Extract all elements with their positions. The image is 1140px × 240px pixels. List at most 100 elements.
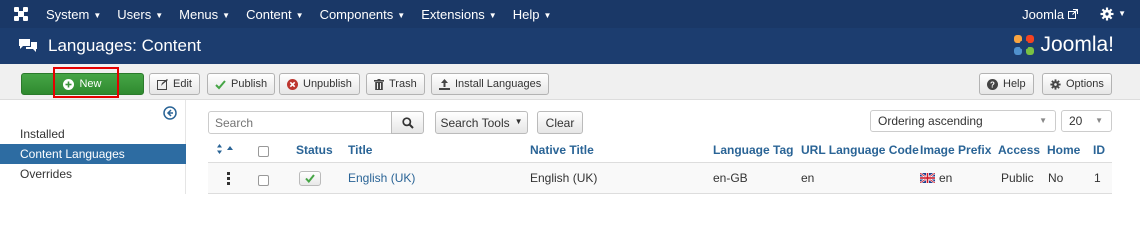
gear-icon <box>1050 78 1061 90</box>
sort-ordering-icon[interactable] <box>217 143 235 157</box>
search-button[interactable] <box>391 111 424 134</box>
select-all-checkbox[interactable] <box>258 146 269 157</box>
limit-value: 20 <box>1069 114 1083 128</box>
menu-label: Content <box>246 6 292 22</box>
row-access: Public <box>1001 171 1034 185</box>
sidebar: Installed Content Languages Overrides <box>0 100 186 194</box>
row-native-title: English (UK) <box>530 171 598 185</box>
uk-flag-icon <box>920 173 935 183</box>
brand-text: Joomla! <box>1040 33 1114 56</box>
options-label: Options <box>1066 78 1104 90</box>
row-id: 1 <box>1094 171 1101 185</box>
caret-down-icon: ▼ <box>1095 116 1103 125</box>
highlight-box <box>53 67 119 98</box>
menu-components[interactable]: Components ▼ <box>320 7 406 22</box>
search-tools-label: Search Tools <box>440 115 510 130</box>
sidebar-item-label: Content Languages <box>20 147 125 161</box>
clear-label: Clear <box>545 115 575 130</box>
external-link-icon <box>1068 9 1079 19</box>
joomla-logo-icon <box>1012 33 1036 57</box>
clear-button[interactable]: Clear <box>537 111 583 134</box>
caret-down-icon: ▼ <box>93 10 102 20</box>
caret-down-icon: ▼ <box>514 117 523 126</box>
joomla-brand: Joomla! <box>1012 33 1114 57</box>
row-url-code: en <box>801 171 815 185</box>
sidebar-item-overrides[interactable]: Overrides <box>0 164 186 184</box>
scrollbar[interactable] <box>1135 194 1140 240</box>
menu-content[interactable]: Content ▼ <box>246 7 303 22</box>
caret-down-icon: ▼ <box>1118 8 1126 18</box>
unpublish-icon <box>287 78 298 90</box>
edit-label: Edit <box>173 78 192 90</box>
site-link[interactable]: Joomla <box>1022 7 1079 22</box>
row-home[interactable]: No <box>1048 171 1063 185</box>
page-title: Languages: Content <box>48 36 202 55</box>
menu-label: Menus <box>179 6 219 22</box>
menu-menus[interactable]: Menus ▼ <box>179 7 230 22</box>
sidebar-item-content-languages[interactable]: Content Languages <box>0 144 186 164</box>
sidebar-toggle-icon[interactable] <box>163 106 177 123</box>
row-image-prefix: en <box>920 171 952 185</box>
col-native-title[interactable]: Native Title <box>530 143 594 157</box>
search-input[interactable] <box>208 111 392 134</box>
trash-button[interactable]: Trash <box>366 73 425 95</box>
image-prefix-value: en <box>939 171 953 185</box>
menu-system[interactable]: System ▼ <box>46 7 101 22</box>
search-tools-button[interactable]: Search Tools ▼ <box>435 111 528 134</box>
main-menu: System ▼ Users ▼ Menus ▼ Content ▼ Component… <box>46 7 567 22</box>
options-button[interactable]: Options <box>1042 73 1112 95</box>
caret-down-icon: ▼ <box>155 10 164 20</box>
menu-label: Components <box>319 6 394 22</box>
col-image-prefix[interactable]: Image Prefix <box>920 143 991 157</box>
menu-users[interactable]: Users ▼ <box>117 7 163 22</box>
ordering-select[interactable]: Ordering ascending ▼ <box>870 110 1056 132</box>
row-checkbox[interactable] <box>258 175 269 186</box>
search-icon <box>401 116 414 129</box>
ordering-value: Ordering ascending <box>878 114 983 128</box>
caret-down-icon: ▼ <box>295 10 304 20</box>
col-url-language-code[interactable]: URL Language Code <box>801 143 919 157</box>
sidebar-item-installed[interactable]: Installed <box>0 124 186 144</box>
edit-icon <box>157 78 168 90</box>
svg-text:?: ? <box>990 80 995 89</box>
menu-label: Help <box>512 6 540 22</box>
col-home[interactable]: Home <box>1047 143 1080 157</box>
comments-icon <box>18 38 38 54</box>
col-title[interactable]: Title <box>348 143 372 157</box>
limit-select[interactable]: 20 ▼ <box>1061 110 1112 132</box>
install-languages-button[interactable]: Install Languages <box>431 73 550 95</box>
toolbar: New Edit Publish Unpublish Trash Install… <box>0 64 1140 100</box>
published-toggle[interactable] <box>299 171 321 186</box>
sidebar-item-label: Overrides <box>20 167 73 181</box>
row-title-link[interactable]: English (UK) <box>348 171 415 185</box>
menu-label: Extensions <box>421 6 485 22</box>
top-right-tools: Joomla ▼ <box>1022 0 1140 28</box>
table-divider <box>208 193 1112 194</box>
publish-button[interactable]: Publish <box>207 73 276 95</box>
col-status[interactable]: Status <box>296 143 333 157</box>
install-label: Install Languages <box>455 78 542 90</box>
trash-icon <box>374 78 384 90</box>
menu-label: System <box>46 6 90 22</box>
col-language-tag[interactable]: Language Tag <box>713 143 793 157</box>
trash-label: Trash <box>389 78 417 90</box>
user-settings-menu[interactable]: ▼ <box>1100 7 1126 21</box>
menu-help[interactable]: Help ▼ <box>513 7 552 22</box>
sidebar-item-label: Installed <box>20 127 65 141</box>
caret-down-icon: ▼ <box>488 10 497 20</box>
menu-extensions[interactable]: Extensions ▼ <box>421 7 497 22</box>
help-button[interactable]: ? Help <box>979 73 1034 95</box>
check-icon <box>305 174 315 183</box>
edit-button[interactable]: Edit <box>149 73 200 95</box>
drag-handle-icon[interactable] <box>227 172 230 185</box>
caret-down-icon: ▼ <box>1039 116 1047 125</box>
table-row <box>208 163 1112 193</box>
col-id[interactable]: ID <box>1093 143 1105 157</box>
col-access[interactable]: Access <box>998 143 1040 157</box>
unpublish-button[interactable]: Unpublish <box>279 73 360 95</box>
upload-icon <box>439 78 450 90</box>
top-navbar: System ▼ Users ▼ Menus ▼ Content ▼ Component… <box>0 0 1140 28</box>
joomla-logo-icon[interactable] <box>10 3 32 25</box>
row-language-tag: en-GB <box>713 171 748 185</box>
help-label: Help <box>1003 78 1026 90</box>
